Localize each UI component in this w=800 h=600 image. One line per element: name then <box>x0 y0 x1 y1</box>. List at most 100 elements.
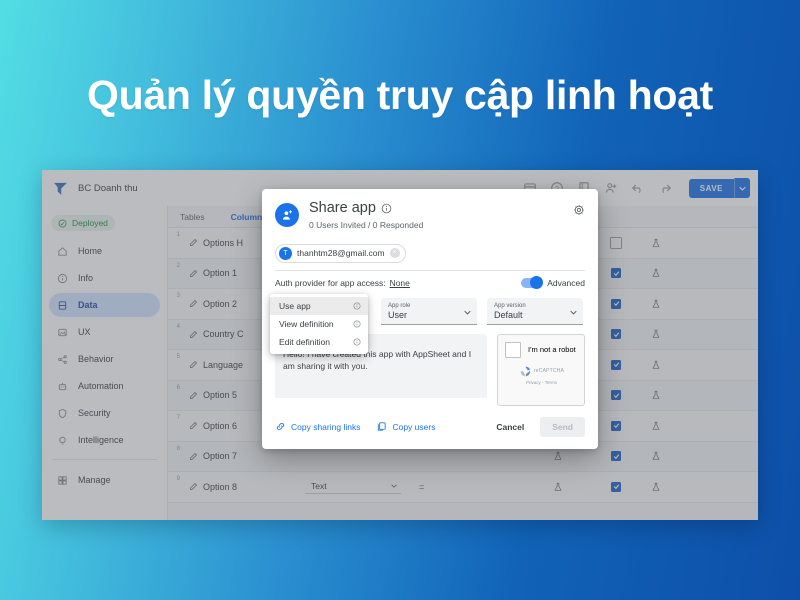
formula-cell[interactable]: = <box>413 482 523 492</box>
edit-row-button[interactable] <box>183 482 203 491</box>
undo-icon[interactable] <box>631 181 645 195</box>
app-name: BC Doanh thu <box>78 182 138 194</box>
save-button[interactable]: SAVE <box>688 178 734 198</box>
row-checkbox[interactable] <box>593 359 639 370</box>
settings-button[interactable] <box>573 204 585 219</box>
copy-users-button[interactable]: Copy users <box>376 421 435 432</box>
info-icon[interactable] <box>353 338 361 346</box>
column-type-select[interactable]: Text <box>305 479 401 495</box>
sidebar-item-ux[interactable]: UX <box>49 320 160 344</box>
recaptcha-widget[interactable]: I'm not a robot reCAPTCHA Privacy - Term… <box>497 333 585 406</box>
sidebar-label: Manage <box>78 475 111 485</box>
flask-icon[interactable] <box>523 482 593 492</box>
check-icon <box>613 484 619 490</box>
checkbox-checked <box>611 451 621 462</box>
sidebar-item-info[interactable]: Info <box>49 266 160 290</box>
info-icon[interactable] <box>381 203 392 214</box>
menu-item-label: View definition <box>279 319 334 329</box>
checkbox-unchecked <box>610 236 622 249</box>
check-circle-icon <box>58 219 67 227</box>
flask-icon-2[interactable] <box>639 238 673 248</box>
row-checkbox[interactable] <box>593 236 639 249</box>
menu-item-label: Edit definition <box>279 337 331 347</box>
pencil-icon <box>189 361 197 369</box>
flask-icon-2[interactable] <box>639 360 673 370</box>
shield-icon <box>58 408 67 418</box>
row-number: 4 <box>176 323 180 330</box>
row-checkbox[interactable] <box>593 298 639 309</box>
flask-icon-2[interactable] <box>639 482 673 492</box>
cancel-button[interactable]: Cancel <box>490 418 530 436</box>
share-app-dialog: Share app 0 Users Invited / 0 Responded … <box>262 189 598 449</box>
recaptcha-terms[interactable]: Privacy - Terms <box>526 380 557 385</box>
chip-avatar: T <box>279 246 292 260</box>
edit-row-button[interactable] <box>183 421 203 430</box>
check-icon <box>613 362 619 368</box>
add-person-icon[interactable] <box>604 181 618 195</box>
flask-icon-2[interactable] <box>639 299 673 309</box>
dialog-footer: Copy sharing links Copy users Cancel Sen… <box>262 406 598 449</box>
sidebar-item-security[interactable]: Security <box>49 401 160 425</box>
edit-row-button[interactable] <box>183 360 203 369</box>
add-person-icon <box>282 210 292 220</box>
sidebar-item-data[interactable]: Data <box>49 293 160 317</box>
flask-icon <box>554 452 562 460</box>
edit-row-button[interactable] <box>183 452 203 461</box>
sidebar-item-manage[interactable]: Manage <box>49 468 160 492</box>
menu-item-view-definition[interactable]: View definition <box>270 315 368 333</box>
sidebar-item-home[interactable]: Home <box>49 239 160 263</box>
edit-row-button[interactable] <box>183 391 203 400</box>
row-checkbox[interactable] <box>593 481 639 492</box>
send-button[interactable]: Send <box>540 416 585 437</box>
edit-row-button[interactable] <box>183 269 203 278</box>
copy-sharing-links-button[interactable]: Copy sharing links <box>275 421 360 432</box>
edit-row-button[interactable] <box>183 330 203 339</box>
copy-users-label: Copy users <box>392 421 436 432</box>
dialog-title: Share app <box>309 200 376 216</box>
edit-row-button[interactable] <box>183 238 203 247</box>
checkbox-checked <box>611 298 621 309</box>
row-checkbox[interactable] <box>593 451 639 462</box>
flask-icon-2[interactable] <box>639 451 673 461</box>
sidebar-item-behavior[interactable]: Behavior <box>49 347 160 371</box>
flask-icon-2[interactable] <box>639 268 673 278</box>
sidebar-item-intelligence[interactable]: Intelligence <box>49 428 160 452</box>
flask-icon <box>652 391 660 399</box>
save-dropdown-button[interactable] <box>734 178 750 198</box>
edit-row-button[interactable] <box>183 299 203 308</box>
recaptcha-checkbox[interactable] <box>505 341 521 358</box>
close-icon[interactable]: × <box>389 248 400 259</box>
row-number: 1 <box>176 232 180 238</box>
save-button-group[interactable]: SAVE <box>688 178 750 198</box>
info-icon[interactable] <box>353 302 361 310</box>
row-checkbox[interactable] <box>593 329 639 340</box>
row-number: 3 <box>176 293 180 299</box>
email-chip[interactable]: T thanhtm28@gmail.com × <box>275 243 406 263</box>
row-checkbox[interactable] <box>593 268 639 279</box>
app-role-select[interactable]: App role User <box>381 297 477 325</box>
advanced-toggle-group[interactable]: Advanced <box>521 275 585 289</box>
menu-item-edit-definition[interactable]: Edit definition <box>270 333 368 351</box>
robot-icon <box>58 382 67 390</box>
info-icon[interactable] <box>353 320 361 328</box>
advanced-toggle[interactable] <box>521 275 544 289</box>
flask-icon-2[interactable] <box>639 329 673 339</box>
flask-icon <box>652 269 660 277</box>
tab-tables[interactable]: Tables <box>180 212 205 222</box>
flask-icon <box>554 482 562 491</box>
row-checkbox[interactable] <box>593 390 639 401</box>
menu-item-use-app[interactable]: Use app <box>270 297 368 315</box>
flask-icon-2[interactable] <box>639 421 673 431</box>
sidebar-item-automation[interactable]: Automation <box>49 374 160 398</box>
app-version-select[interactable]: App version Default <box>487 297 583 325</box>
auth-provider-value[interactable]: None <box>390 278 410 288</box>
image-icon <box>58 328 67 336</box>
table-row[interactable]: 9 Option 8 Text = <box>168 472 758 503</box>
checkbox-checked <box>611 481 621 492</box>
flask-icon-2[interactable] <box>639 390 673 400</box>
flask-icon[interactable] <box>523 451 593 461</box>
auth-provider-label: Auth provider for app access: <box>275 277 386 288</box>
row-checkbox[interactable] <box>593 420 639 431</box>
redo-icon[interactable] <box>658 181 672 195</box>
recaptcha-branding: reCAPTCHA <box>519 365 564 378</box>
